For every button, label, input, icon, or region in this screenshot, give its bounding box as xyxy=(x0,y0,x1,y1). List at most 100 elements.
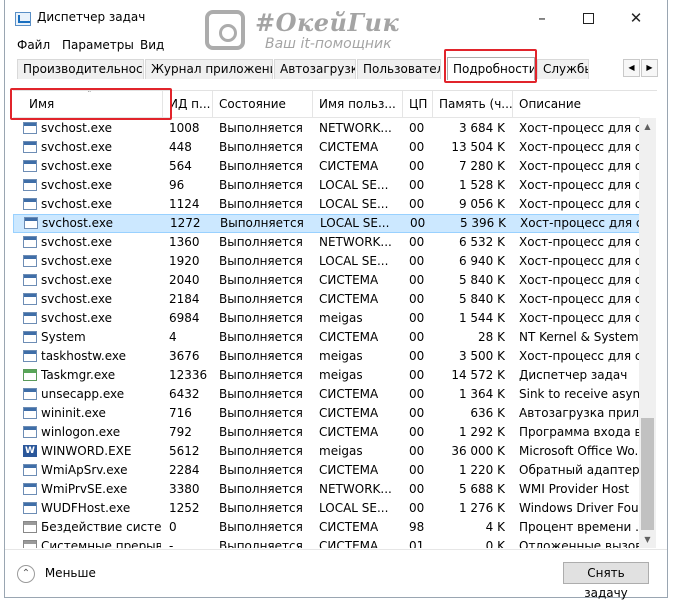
tab-scroll-left-button[interactable]: ◀ xyxy=(623,59,640,77)
table-row[interactable]: svchost.exe 2040 Выполняется СИСТЕМА 00 5 840… xyxy=(13,271,640,290)
column-memory[interactable]: Память (ч... xyxy=(433,91,513,118)
cell-mem: 7 280 K xyxy=(458,159,505,173)
tab-services[interactable]: Службы xyxy=(537,59,589,79)
tab-performance[interactable]: Производительность xyxy=(17,59,144,79)
cell-pid: 792 xyxy=(169,425,192,439)
column-name[interactable]: ˄ Имя xyxy=(13,91,163,118)
tab-scroll-right-button[interactable]: ▶ xyxy=(641,59,658,77)
cell-user: СИСТЕМА xyxy=(319,425,379,439)
menu-view[interactable]: Вид xyxy=(140,38,164,52)
process-icon xyxy=(23,293,37,305)
table-row[interactable]: Бездействие системы 0 Выполняется СИСТЕМА 98… xyxy=(13,518,640,537)
column-description[interactable]: Описание xyxy=(513,91,640,118)
table-row[interactable]: taskhostw.exe 3676 Выполняется meigas 00 3 50… xyxy=(13,347,640,366)
tab-app-history[interactable]: Журнал приложений xyxy=(145,59,273,79)
cell-cpu: 98 xyxy=(409,520,425,534)
table-row[interactable]: WmiPrvSE.exe 3380 Выполняется NETWORK... 00 5… xyxy=(13,480,640,499)
close-button[interactable]: ✕ xyxy=(614,4,658,32)
process-name-text: WmiPrvSE.exe xyxy=(41,482,128,496)
table-row[interactable]: Taskmgr.exe 12336 Выполняется meigas 00 14 57… xyxy=(13,366,640,385)
cell-state: Выполняется xyxy=(219,235,303,249)
scroll-thumb[interactable] xyxy=(641,418,654,530)
column-user[interactable]: Имя польз... xyxy=(313,91,403,118)
process-name-text: svchost.exe xyxy=(41,140,112,154)
cell-cpu: 00 xyxy=(409,368,425,382)
cell-pid: 1272 xyxy=(170,216,201,230)
maximize-button[interactable] xyxy=(566,4,610,32)
cell-state: Выполняется xyxy=(219,311,303,325)
table-row[interactable]: svchost.exe 96 Выполняется LOCAL SE... 00 1 5… xyxy=(13,176,640,195)
cell-user: СИСТЕМА xyxy=(319,406,379,420)
process-name-text: svchost.exe xyxy=(42,216,113,230)
process-name-text: wininit.exe xyxy=(41,406,106,420)
tab-startup[interactable]: Автозагрузка xyxy=(274,59,356,79)
cell-state: Выполняется xyxy=(219,273,303,287)
cell-pid: 1124 xyxy=(169,197,200,211)
column-state[interactable]: Состояние xyxy=(213,91,313,118)
scroll-up-button[interactable]: ▲ xyxy=(639,118,656,135)
cell-desc: Программа входа в... xyxy=(519,425,639,439)
cell-pid: 1920 xyxy=(169,254,200,268)
table-row[interactable]: System 4 Выполняется СИСТЕМА 00 28 K NT Kernel… xyxy=(13,328,640,347)
cell-state: Выполняется xyxy=(220,216,304,230)
tab-users[interactable]: Пользователи xyxy=(357,59,441,79)
table-row[interactable]: WINWORD.EXE 5612 Выполняется meigas 00 36 000… xyxy=(13,442,640,461)
minimize-button[interactable]: – xyxy=(520,4,564,32)
table-row[interactable]: svchost.exe 1272 Выполняется LOCAL SE... 00 5… xyxy=(13,214,640,233)
column-cpu[interactable]: ЦП xyxy=(403,91,433,118)
process-icon xyxy=(23,312,37,324)
tab-details[interactable]: Подробности xyxy=(447,57,535,80)
process-icon xyxy=(23,198,37,210)
process-icon xyxy=(23,236,37,248)
cell-mem: 13 504 K xyxy=(451,140,505,154)
table-row[interactable]: unsecapp.exe 6432 Выполняется СИСТЕМА 00 1 36… xyxy=(13,385,640,404)
cell-cpu: 01 xyxy=(409,539,425,548)
cell-user: СИСТЕМА xyxy=(319,330,379,344)
menu-parameters[interactable]: Параметры xyxy=(62,38,134,52)
process-name: svchost.exe xyxy=(23,195,161,214)
cell-cpu: 00 xyxy=(409,121,425,135)
cell-desc: Хост-процесс для с... xyxy=(519,311,639,325)
end-task-button[interactable]: Снять задачу xyxy=(563,562,649,600)
cell-state: Выполняется xyxy=(219,178,303,192)
table-row[interactable]: WUDFHost.exe 1252 Выполняется LOCAL SE... 00… xyxy=(13,499,640,518)
menu-file[interactable]: Файл xyxy=(17,38,50,52)
cell-user: meigas xyxy=(319,311,363,325)
cell-cpu: 00 xyxy=(409,406,425,420)
cell-user: NETWORK... xyxy=(319,235,392,249)
cell-user: NETWORK... xyxy=(319,121,392,135)
cell-mem: 14 572 K xyxy=(451,368,505,382)
table-row[interactable]: svchost.exe 6984 Выполняется meigas 00 1 544 … xyxy=(13,309,640,328)
process-name: svchost.exe xyxy=(23,309,161,328)
column-pid[interactable]: ИД п... xyxy=(163,91,213,118)
table-row[interactable]: svchost.exe 2184 Выполняется СИСТЕМА 00 5 840… xyxy=(13,290,640,309)
cell-desc: Диспетчер задач xyxy=(519,368,628,382)
process-icon xyxy=(23,350,37,362)
table-row[interactable]: Системные прерыв... - Выполняется СИСТЕМА 01… xyxy=(13,537,640,548)
process-name-text: Taskmgr.exe xyxy=(41,368,116,382)
fewer-details-button[interactable]: ⌃ Меньше xyxy=(17,562,96,584)
process-name: svchost.exe xyxy=(23,233,161,252)
cell-state: Выполняется xyxy=(219,197,303,211)
table-row[interactable]: svchost.exe 564 Выполняется СИСТЕМА 00 7 280 … xyxy=(13,157,640,176)
table-row[interactable]: svchost.exe 1124 Выполняется LOCAL SE... 00 9… xyxy=(13,195,640,214)
cell-pid: 96 xyxy=(169,178,185,192)
table-row[interactable]: svchost.exe 1360 Выполняется NETWORK... 00 6 … xyxy=(13,233,640,252)
column-name-label: Имя xyxy=(29,97,55,111)
table-row[interactable]: WmiApSrv.exe 2284 Выполняется СИСТЕМА 00 1 22… xyxy=(13,461,640,480)
scroll-down-button[interactable]: ▼ xyxy=(639,531,656,548)
cell-state: Выполняется xyxy=(219,121,303,135)
process-icon xyxy=(23,388,37,400)
cell-desc: Хост-процесс для с... xyxy=(519,159,639,173)
table-row[interactable]: svchost.exe 1920 Выполняется LOCAL SE... 00 6… xyxy=(13,252,640,271)
process-icon xyxy=(23,331,37,343)
cell-user: meigas xyxy=(319,368,363,382)
table-row[interactable]: winlogon.exe 792 Выполняется СИСТЕМА 00 1 292… xyxy=(13,423,640,442)
details-table: ˄ Имя ИД п... Состояние Имя польз... ЦП … xyxy=(13,90,657,548)
process-name: taskhostw.exe xyxy=(23,347,161,366)
process-icon xyxy=(23,274,37,286)
table-row[interactable]: svchost.exe 1008 Выполняется NETWORK... 00 3 … xyxy=(13,119,640,138)
vertical-scrollbar[interactable]: ▲ ▼ xyxy=(639,118,656,548)
table-row[interactable]: svchost.exe 448 Выполняется СИСТЕМА 00 13 504… xyxy=(13,138,640,157)
table-row[interactable]: wininit.exe 716 Выполняется СИСТЕМА 00 636 K А… xyxy=(13,404,640,423)
